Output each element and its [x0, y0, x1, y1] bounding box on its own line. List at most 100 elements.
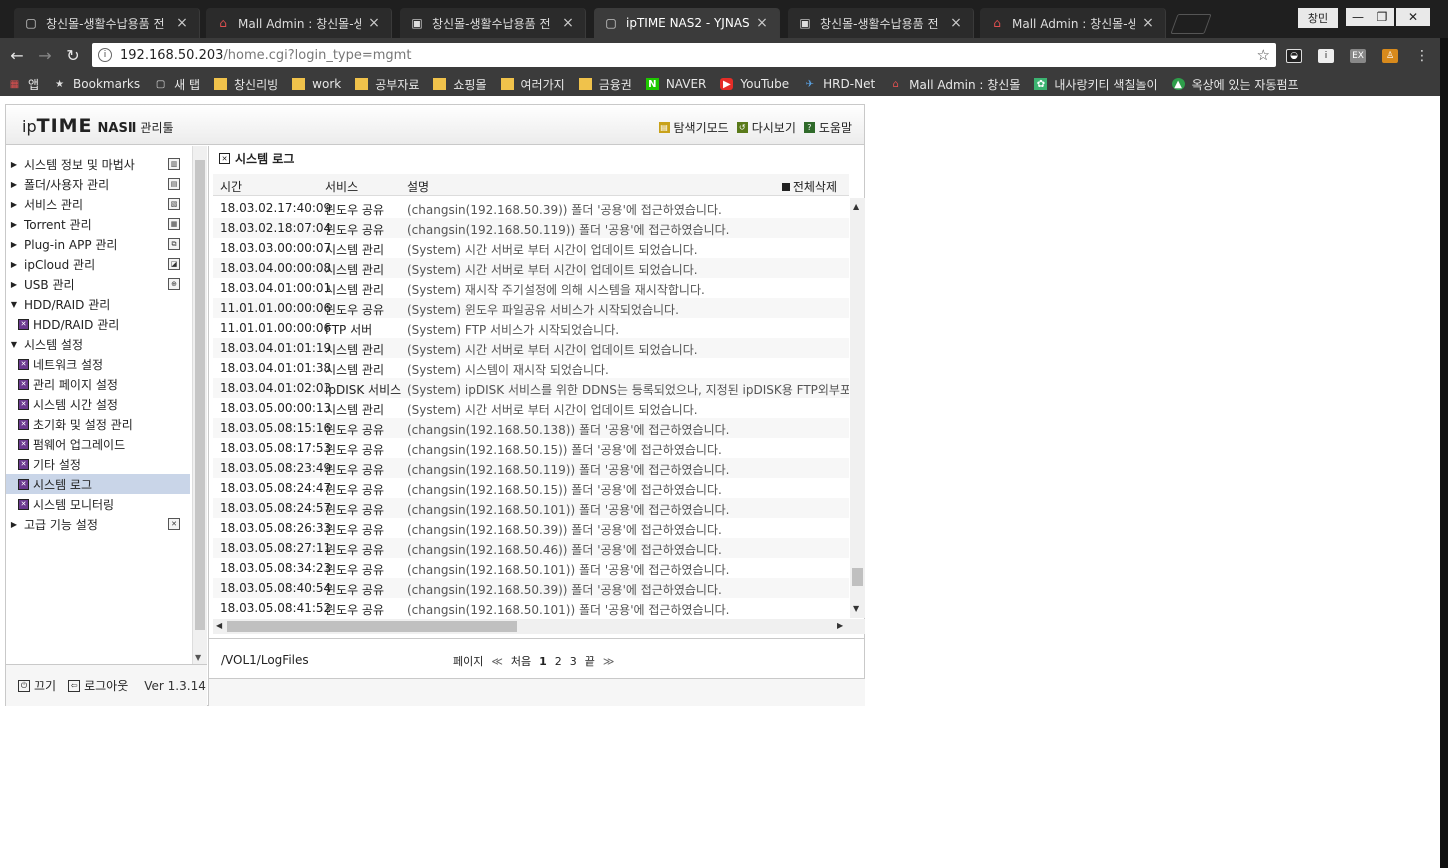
logout-button[interactable]: ⇦ 로그아웃 — [68, 677, 128, 694]
browser-tab-5[interactable]: ▣ 창신몰-생활수납용품 전 × — [788, 8, 974, 38]
browser-tab-1[interactable]: ▢ 창신몰-생활수납용품 전 × — [14, 8, 200, 38]
bookmark-15[interactable]: ▲ 옥상에 있는 자동펌프 — [1171, 76, 1299, 93]
browser-tab-6[interactable]: ⌂ Mall Admin : 창신몰-생 × — [980, 8, 1166, 38]
sidebar-item-6[interactable]: ▶ ipCloud 관리 ◪ — [6, 254, 190, 274]
bookmark-5[interactable]: work — [292, 77, 341, 91]
sidebar-item-13[interactable]: ✕ 시스템 시간 설정 — [6, 394, 190, 414]
scroll-right-icon[interactable]: ▶ — [837, 621, 843, 630]
sidebar-item-17[interactable]: ✕ 시스템 로그 — [6, 474, 190, 494]
tab-close-icon[interactable]: × — [175, 15, 189, 31]
scroll-up-icon[interactable]: ▲ — [853, 202, 859, 211]
bookmark-8[interactable]: 여러가지 — [500, 76, 565, 93]
sidebar-item-3[interactable]: ▶ 서비스 관리 ▧ — [6, 194, 190, 214]
submenu-icon: ✕ — [18, 438, 29, 450]
sidebar-item-18[interactable]: ✕ 시스템 모니터링 — [6, 494, 190, 514]
sidebar-item-9[interactable]: ✕ HDD/RAID 관리 — [6, 314, 190, 334]
bookmark-6[interactable]: 공부자료 — [355, 76, 419, 93]
extension-mask-icon[interactable]: ◒ — [1286, 49, 1302, 63]
page-icon: ▢ — [155, 78, 166, 90]
bookmark-label: 공부자료 — [375, 77, 420, 92]
sidebar-scroll-thumb[interactable] — [195, 160, 205, 630]
browser-tab-2[interactable]: ⌂ Mall Admin : 창신몰-생 × — [206, 8, 392, 38]
sidebar-item-10[interactable]: ▼ 시스템 설정 — [6, 334, 190, 354]
bookmark-9[interactable]: 금융권 — [578, 76, 632, 93]
tab-close-icon[interactable]: × — [949, 15, 963, 31]
bookmark-2[interactable]: ★ Bookmarks — [53, 77, 140, 91]
log-vscroll-thumb[interactable] — [852, 568, 863, 586]
log-vertical-scrollbar[interactable]: ▲ ▼ — [850, 198, 865, 618]
header-link-1[interactable]: ▤ 탐색기모드 — [658, 119, 729, 136]
pager-prev-icon[interactable]: ≪ — [491, 655, 503, 668]
service-icon: ▧ — [168, 198, 180, 210]
pager-page-1[interactable]: 1 — [539, 655, 547, 668]
tab-title: 창신몰-생활수납용품 전 — [432, 16, 551, 31]
tab-close-icon[interactable]: × — [755, 15, 769, 31]
bookmark-13[interactable]: ⌂ Mall Admin : 창신몰 — [889, 76, 1020, 93]
content-title-label: 시스템 로그 — [235, 152, 295, 166]
column-service: 서비스 — [325, 180, 359, 194]
reload-icon[interactable]: ↻ — [64, 46, 82, 65]
scroll-left-icon[interactable]: ◀ — [216, 621, 222, 630]
sidebar-item-8[interactable]: ▼ HDD/RAID 관리 — [6, 294, 190, 314]
address-bar[interactable]: i 192.168.50.203 /home.cgi?login_type=mg… — [92, 43, 1276, 67]
pager-first-link[interactable]: 처음 — [511, 653, 531, 669]
pager-page-2[interactable]: 2 — [555, 655, 562, 668]
power-off-button[interactable]: ⏻ 끄기 — [18, 677, 56, 694]
sidebar-item-1[interactable]: ▶ 시스템 정보 및 마법사 ▥ — [6, 154, 190, 174]
sidebar-item-7[interactable]: ▶ USB 관리 ⊕ — [6, 274, 190, 294]
browser-tab-4[interactable]: ▢ ipTIME NAS2 - YJNAS2 × — [594, 8, 780, 38]
bookmark-star-icon[interactable]: ☆ — [1257, 46, 1270, 64]
sidebar-item-16[interactable]: ✕ 기타 설정 — [6, 454, 190, 474]
bookmark-11[interactable]: ▶ YouTube — [720, 77, 789, 91]
log-horizontal-scrollbar[interactable]: ◀ ▶ — [213, 619, 865, 634]
delete-all-button[interactable]: 전체삭제 — [781, 178, 837, 195]
bookmark-1[interactable]: ▦ 앱 — [8, 76, 39, 93]
bookmark-4[interactable]: 창신리빙 — [214, 76, 278, 93]
tab-close-icon[interactable]: × — [367, 15, 381, 31]
profile-button[interactable]: 창민 — [1298, 8, 1338, 28]
site-info-icon[interactable]: i — [98, 48, 112, 62]
new-tab-button[interactable] — [1170, 14, 1212, 34]
extension-info-icon[interactable]: i — [1318, 49, 1334, 63]
forward-icon[interactable]: → — [36, 46, 54, 65]
pager-next-icon[interactable]: ≫ — [603, 655, 615, 668]
tab-close-icon[interactable]: × — [1141, 15, 1155, 31]
scroll-down-icon[interactable]: ▼ — [853, 604, 859, 613]
sidebar-item-14[interactable]: ✕ 초기화 및 설정 관리 — [6, 414, 190, 434]
back-icon[interactable]: ← — [8, 46, 26, 65]
sidebar-scrollbar[interactable]: ▼ — [192, 146, 207, 666]
pager-page-3[interactable]: 3 — [570, 655, 577, 668]
sidebar-item-5[interactable]: ▶ Plug-in APP 관리 ⧉ — [6, 234, 190, 254]
sidebar-scroll-down-icon[interactable]: ▼ — [195, 653, 201, 662]
pager-label: 페이지 — [453, 655, 484, 668]
restore-icon[interactable]: ❐ — [1370, 8, 1394, 26]
content-panel: ✕ 시스템 로그 시간 서비스 설명 전체삭제 18.03.02.17:40:0… — [208, 146, 865, 706]
sidebar-item-15[interactable]: ✕ 펌웨어 업그레이드 — [6, 434, 190, 454]
sidebar-item-12[interactable]: ✕ 관리 페이지 설정 — [6, 374, 190, 394]
sidebar-item-19[interactable]: ▶ 고급 기능 설정 ✕ — [6, 514, 190, 534]
log-row: 18.03.05.00:00:13 시스템 관리 (System) 시간 서버로 부… — [213, 398, 849, 418]
bookmark-7[interactable]: 쇼핑몰 — [433, 76, 487, 93]
bookmark-3[interactable]: ▢ 새 탭 — [154, 76, 200, 93]
sidebar-item-4[interactable]: ▶ Torrent 관리 ▦ — [6, 214, 190, 234]
sidebar-item-2[interactable]: ▶ 폴더/사용자 관리 ▤ — [6, 174, 190, 194]
bookmark-label: NAVER — [665, 77, 707, 91]
pager-last-link[interactable]: 끝 — [585, 653, 595, 669]
sidebar-item-11[interactable]: ✕ 네트워크 설정 — [6, 354, 190, 374]
log-row: 18.03.02.18:07:04 윈도우 공유 (changsin(192.168… — [213, 218, 849, 238]
bookmark-14[interactable]: ✿ 내사랑키티 색칠놀이 — [1034, 76, 1158, 93]
browser-tab-3[interactable]: ▣ 창신몰-생활수납용품 전 × — [400, 8, 586, 38]
log-hscroll-thumb[interactable] — [227, 621, 517, 632]
minimize-icon[interactable]: — — [1346, 8, 1370, 26]
extension-person-icon[interactable]: ♙ — [1382, 49, 1398, 63]
bookmark-10[interactable]: N NAVER — [645, 77, 707, 91]
close-window-icon[interactable]: ✕ — [1396, 8, 1430, 26]
log-time: 18.03.05.08:26:33 — [220, 521, 332, 535]
tab-close-icon[interactable]: × — [561, 15, 575, 31]
log-row: 18.03.05.08:15:16 윈도우 공유 (changsin(192.168… — [213, 418, 849, 438]
header-link-3[interactable]: ? 도움말 — [803, 119, 852, 136]
menu-dots-icon[interactable]: ⋮ — [1414, 48, 1430, 64]
extension-ex-icon[interactable]: EX — [1350, 49, 1366, 63]
header-link-2[interactable]: ↺ 다시보기 — [736, 119, 796, 136]
bookmark-12[interactable]: ✈ HRD-Net — [803, 77, 875, 91]
